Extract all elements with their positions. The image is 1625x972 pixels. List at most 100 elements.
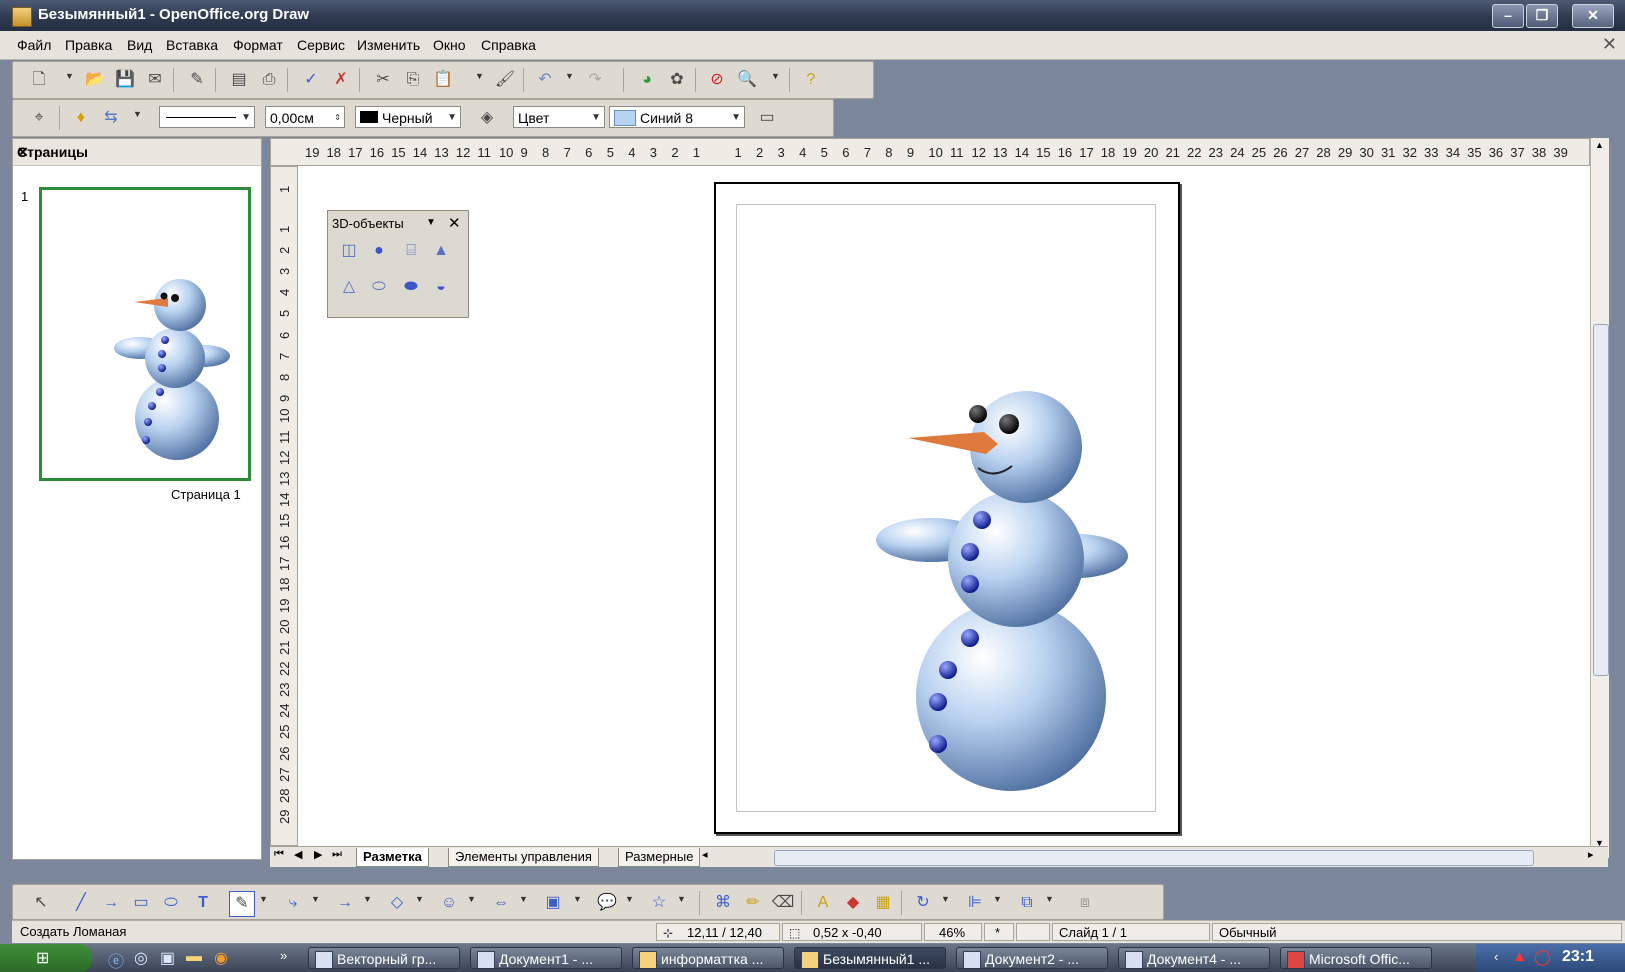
tray-opera-icon[interactable]: ◯	[1534, 948, 1551, 966]
copy-icon[interactable]: ⎘	[401, 68, 425, 92]
snowman-button[interactable]	[939, 661, 957, 679]
menu-tools[interactable]: Сервис	[297, 37, 345, 53]
snowman-left-eye[interactable]	[969, 405, 987, 423]
rotate-dropdown-icon[interactable]: ▼	[941, 894, 950, 904]
vertical-scrollbar[interactable]: ▲ ▼	[1590, 138, 1609, 858]
line-tool-icon[interactable]: ╱	[69, 891, 93, 915]
insert-picture-icon[interactable]: ◆	[841, 891, 865, 915]
app-icon[interactable]	[12, 7, 32, 27]
save-icon[interactable]: 💾	[113, 68, 137, 92]
cylinder-icon[interactable]: ⌸	[398, 239, 424, 265]
menu-edit[interactable]: Правка	[65, 37, 112, 53]
help-icon[interactable]: ?	[799, 68, 823, 92]
zoom-dropdown-icon[interactable]: ▼	[771, 71, 780, 81]
horizontal-ruler[interactable]: 19 18 17 16 15 14 13 12 11 10 9 8 7 6 5 4 3 2 1 1 2 3 4 5 6 7 8 9 10…	[270, 138, 1590, 166]
arrow-line-icon[interactable]: →	[99, 891, 123, 915]
internet-explorer-icon[interactable]: ⓔ	[108, 948, 124, 972]
snowman-button[interactable]	[961, 575, 979, 593]
task-untitled1[interactable]: Безымянный1 ...	[794, 947, 946, 969]
snowman-nose[interactable]	[908, 432, 998, 454]
connector-icon[interactable]: ⤷	[281, 891, 305, 915]
status-signature[interactable]	[1016, 923, 1050, 941]
align-icon[interactable]: ⊫	[963, 891, 987, 915]
line-color-select[interactable]: Черный ▼	[355, 106, 461, 128]
navigator-icon[interactable]: ⊘	[705, 68, 729, 92]
chart-icon[interactable]: ◕	[635, 68, 659, 92]
first-tab-icon[interactable]: ⏮	[274, 848, 284, 861]
tray-antivirus-icon[interactable]: ▲	[1512, 948, 1527, 965]
flowchart-dropdown-icon[interactable]: ▼	[573, 894, 582, 904]
points-icon[interactable]: ⌘	[711, 891, 735, 915]
document-close-icon[interactable]: ✕	[1602, 34, 1617, 55]
horizontal-scroll-thumb[interactable]	[774, 850, 1534, 866]
lines-arrows-icon[interactable]: →	[333, 891, 357, 915]
task-vector-graphics[interactable]: Векторный гр...	[308, 947, 460, 969]
cone-icon[interactable]: ▲	[428, 239, 454, 265]
sphere-icon[interactable]: ●	[366, 239, 392, 265]
stars-dropdown-icon[interactable]: ▼	[677, 894, 686, 904]
zoom-icon[interactable]: 🔍	[735, 68, 759, 92]
undo-icon[interactable]: ↶	[533, 68, 557, 92]
snowman-drawing[interactable]	[716, 184, 1178, 832]
prev-tab-icon[interactable]: ◀	[294, 848, 302, 861]
tab-controls[interactable]: Элементы управления	[448, 848, 599, 867]
start-button[interactable]: ⊞	[0, 944, 92, 972]
area-fill-icon[interactable]: ◈	[475, 106, 499, 130]
fontwork-icon[interactable]: ⌫	[771, 891, 795, 915]
curve-icon[interactable]: ✎	[229, 891, 255, 917]
text-frame-icon[interactable]: A	[811, 891, 835, 915]
select-icon[interactable]: ↖	[29, 891, 53, 915]
task-informatika-folder[interactable]: информаттка ...	[632, 947, 784, 969]
scroll-up-icon[interactable]: ▲	[1595, 140, 1604, 150]
tray-expand-icon[interactable]: ‹	[1494, 949, 1498, 964]
hscroll-right-icon[interactable]: ▸	[1588, 848, 1594, 861]
half-sphere-icon[interactable]: ◒	[428, 275, 454, 301]
styles-icon[interactable]: ⌖	[27, 106, 51, 130]
ellipse-icon[interactable]: ⬭	[159, 891, 183, 915]
callouts-dropdown-icon[interactable]: ▼	[625, 894, 634, 904]
rectangle-icon[interactable]: ▭	[129, 891, 153, 915]
snowman-button[interactable]	[929, 693, 947, 711]
block-arrows-dropdown-icon[interactable]: ▼	[519, 894, 528, 904]
menu-help[interactable]: Справка	[481, 37, 536, 53]
autospell-icon[interactable]: ✗	[329, 68, 353, 92]
task-microsoft-office[interactable]: Microsoft Offic...	[1280, 947, 1432, 969]
line-style-select[interactable]: ▼	[159, 106, 255, 128]
paste-dropdown-icon[interactable]: ▼	[475, 71, 484, 81]
arrow-style-icon[interactable]: ⇆	[99, 106, 123, 130]
task-document2[interactable]: Документ2 - ...	[956, 947, 1108, 969]
block-arrows-icon[interactable]: ⇔	[489, 891, 513, 915]
cut-icon[interactable]: ✂	[371, 68, 395, 92]
align-dropdown-icon[interactable]: ▼	[993, 894, 1002, 904]
browser-icon[interactable]: ◎	[134, 948, 148, 968]
task-document1[interactable]: Документ1 - ...	[470, 947, 622, 969]
next-tab-icon[interactable]: ▶	[314, 848, 322, 861]
close-icon[interactable]: ✕	[448, 214, 461, 232]
line-icon[interactable]: ♦	[69, 106, 93, 130]
drawing-canvas[interactable]	[298, 166, 1590, 846]
snowman-button[interactable]	[973, 511, 991, 529]
vertical-ruler[interactable]: 1 1 2 3 4 5 6 7 8 9 10 11 12 13 14 15 16 17 18 19 20 21 22 23 24…	[270, 166, 298, 846]
snowman-right-eye[interactable]	[999, 414, 1019, 434]
task-document4[interactable]: Документ4 - ...	[1118, 947, 1270, 969]
redo-icon[interactable]: ↷	[583, 68, 607, 92]
maximize-button[interactable]: ❐	[1526, 4, 1558, 28]
symbol-shapes-icon[interactable]: ☺	[437, 891, 461, 915]
torus-icon[interactable]: ⬭	[366, 275, 392, 301]
floppy-icon[interactable]: ▣	[160, 948, 175, 968]
lines-dropdown-icon[interactable]: ▼	[363, 894, 372, 904]
menu-insert[interactable]: Вставка	[166, 37, 218, 53]
menu-format[interactable]: Формат	[233, 37, 283, 53]
glue-points-icon[interactable]: ✏	[741, 891, 765, 915]
extrusion-icon[interactable]: ⧈	[1073, 891, 1097, 915]
close-icon[interactable]: ✕	[17, 144, 253, 161]
quicklaunch-more-icon[interactable]: »	[280, 948, 287, 963]
fill-type-select[interactable]: Цвет ▼	[513, 106, 605, 128]
tab-dimension-lines[interactable]: Размерные	[618, 848, 701, 867]
symbol-shapes-dropdown-icon[interactable]: ▼	[467, 894, 476, 904]
menu-file[interactable]: Файл	[17, 37, 51, 53]
paste-icon[interactable]: 📋	[431, 68, 455, 92]
page-thumbnail[interactable]	[39, 187, 251, 481]
email-icon[interactable]: ✉	[143, 68, 167, 92]
arrow-style-dropdown-icon[interactable]: ▼	[133, 109, 142, 119]
